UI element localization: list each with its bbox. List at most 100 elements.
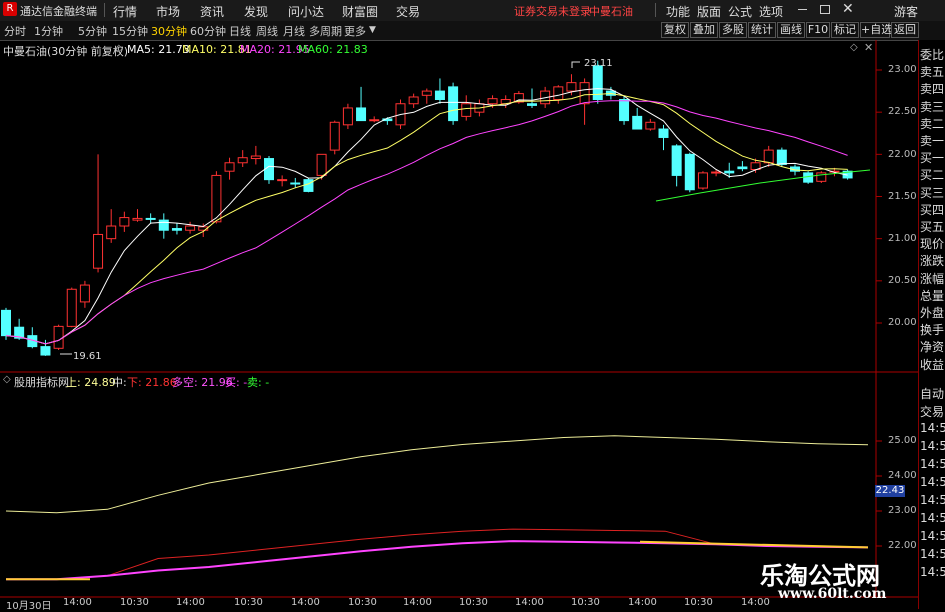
candle-body	[776, 149, 787, 165]
candle-body	[553, 86, 564, 101]
chart-settings-icon[interactable]: ◇	[850, 42, 858, 53]
candle-body	[93, 233, 104, 269]
tick-time-item[interactable]: 14:56	[920, 493, 945, 507]
candle-body	[579, 82, 590, 105]
indicator-current-value: 22.43	[875, 485, 905, 497]
tick-time-item[interactable]: 14:56	[920, 475, 945, 489]
indicator-toggle-icon[interactable]: ◇	[3, 374, 11, 385]
candle-body	[434, 90, 445, 101]
tick-time-item[interactable]: 14:56	[920, 457, 945, 471]
quote-panel-item[interactable]: 卖四	[920, 80, 944, 97]
ma10-line	[5, 92, 848, 345]
tick-time-item[interactable]: 14:56	[920, 511, 945, 525]
indicator-axis-label: 22.00	[888, 540, 917, 551]
indicator-duokong: 多空: 21.96	[172, 376, 233, 389]
candle-body	[158, 219, 169, 231]
candle-body	[684, 153, 695, 191]
time-label: 10:30	[459, 597, 488, 608]
quote-panel-item[interactable]: 外盘	[920, 304, 944, 321]
ma-toggle-icon[interactable]: ◇	[115, 43, 123, 54]
quote-panel-item[interactable]: 收益	[920, 356, 944, 373]
candle-body	[527, 103, 537, 106]
tick-time-item[interactable]: 14:56	[920, 529, 945, 543]
time-label: 14:00	[628, 597, 657, 608]
indicator-mid: 中:	[112, 376, 127, 389]
tick-time-item[interactable]: 14:56	[920, 547, 945, 561]
tick-time-item[interactable]: 14:56	[920, 421, 945, 435]
candle-body	[697, 172, 708, 189]
time-label: 14:00	[741, 597, 770, 608]
quote-panel-item[interactable]: 买五	[920, 218, 944, 235]
time-label: 10:30	[120, 597, 149, 608]
price-label: 20.50	[888, 275, 917, 286]
quote-panel-item[interactable]: 买二	[920, 166, 944, 183]
quote-panel-item[interactable]: 涨跌	[920, 252, 944, 269]
quote-panel-item[interactable]: 卖五	[920, 63, 944, 80]
candle-body	[658, 128, 669, 138]
time-label: 14:00	[291, 597, 320, 608]
quote-panel-item[interactable]: 涨幅	[920, 270, 944, 287]
candle-body	[737, 166, 748, 170]
indicator-sell: 卖: -	[247, 376, 270, 389]
candle-body	[342, 107, 353, 126]
ma20-line	[5, 100, 848, 345]
indicator-axis-label: 24.00	[888, 470, 917, 481]
quote-panel-item[interactable]: 卖三	[920, 98, 944, 115]
candle-body	[106, 225, 117, 240]
indicator-name: 股朋指标网	[14, 376, 69, 389]
indicator-upper-line	[5, 435, 869, 514]
candle-body	[566, 82, 577, 92]
candle-body	[145, 217, 156, 220]
candle-body	[303, 179, 314, 192]
candle-body	[132, 217, 143, 221]
candle-body	[671, 145, 682, 176]
high-price-marker: 23.11	[584, 58, 613, 69]
quote-panel-item[interactable]: 换手	[920, 321, 944, 338]
candle-body	[250, 155, 261, 160]
chart-close-icon[interactable]: ✕	[864, 41, 873, 54]
candle-body	[369, 119, 380, 122]
candle-body	[53, 325, 64, 349]
indicator-axis-label: 25.00	[888, 435, 917, 446]
candle-body	[316, 153, 327, 176]
price-label: 22.50	[888, 106, 917, 117]
candle-body	[803, 172, 814, 183]
candle-body	[448, 86, 459, 122]
quote-panel-item[interactable]: 净资	[920, 338, 944, 355]
candle-body	[408, 96, 419, 105]
ma5-label: MA5: 21.73	[127, 43, 190, 56]
quote-panel-item[interactable]: 买三	[920, 184, 944, 201]
time-label: 14:00	[63, 597, 92, 608]
quote-panel-item[interactable]: 卖二	[920, 115, 944, 132]
ma5-line	[5, 88, 848, 345]
indicator-buy: 买: -	[225, 376, 248, 389]
quote-panel-item[interactable]: 卖一	[920, 132, 944, 149]
indicator-axis-label: 23.00	[888, 505, 917, 516]
auto-trade-item[interactable]: 自动	[920, 385, 944, 402]
low-price-marker: 19.61	[73, 351, 102, 362]
quote-panel-item[interactable]: 买四	[920, 201, 944, 218]
quote-panel-item[interactable]: 总量	[920, 287, 944, 304]
chart-canvas[interactable]	[0, 0, 945, 609]
time-label: 10:30	[684, 597, 713, 608]
candle-body	[461, 103, 472, 117]
tick-time-item[interactable]: 14:56	[920, 565, 945, 579]
indicator-up: 上: 24.89	[66, 376, 116, 389]
quote-panel-item[interactable]: 现价	[920, 235, 944, 252]
indicator-down: 下: 21.86	[127, 376, 177, 389]
candle-body	[632, 115, 643, 130]
candle-body	[724, 170, 735, 174]
candle-body	[421, 90, 432, 96]
quote-panel-item[interactable]: 买一	[920, 149, 944, 166]
candle-body	[66, 288, 77, 327]
candle-body	[224, 162, 235, 172]
candle-body	[237, 157, 248, 164]
candle-body	[329, 121, 340, 151]
auto-trade-item[interactable]: 交易	[920, 403, 944, 420]
candle-body	[119, 217, 130, 227]
candle-body	[487, 98, 498, 105]
tick-time-item[interactable]: 14:56	[920, 439, 945, 453]
watermark-url: www.60lt.com	[778, 586, 887, 602]
quote-panel-item[interactable]: 委比	[920, 46, 944, 63]
indicator-down-line	[6, 528, 869, 580]
